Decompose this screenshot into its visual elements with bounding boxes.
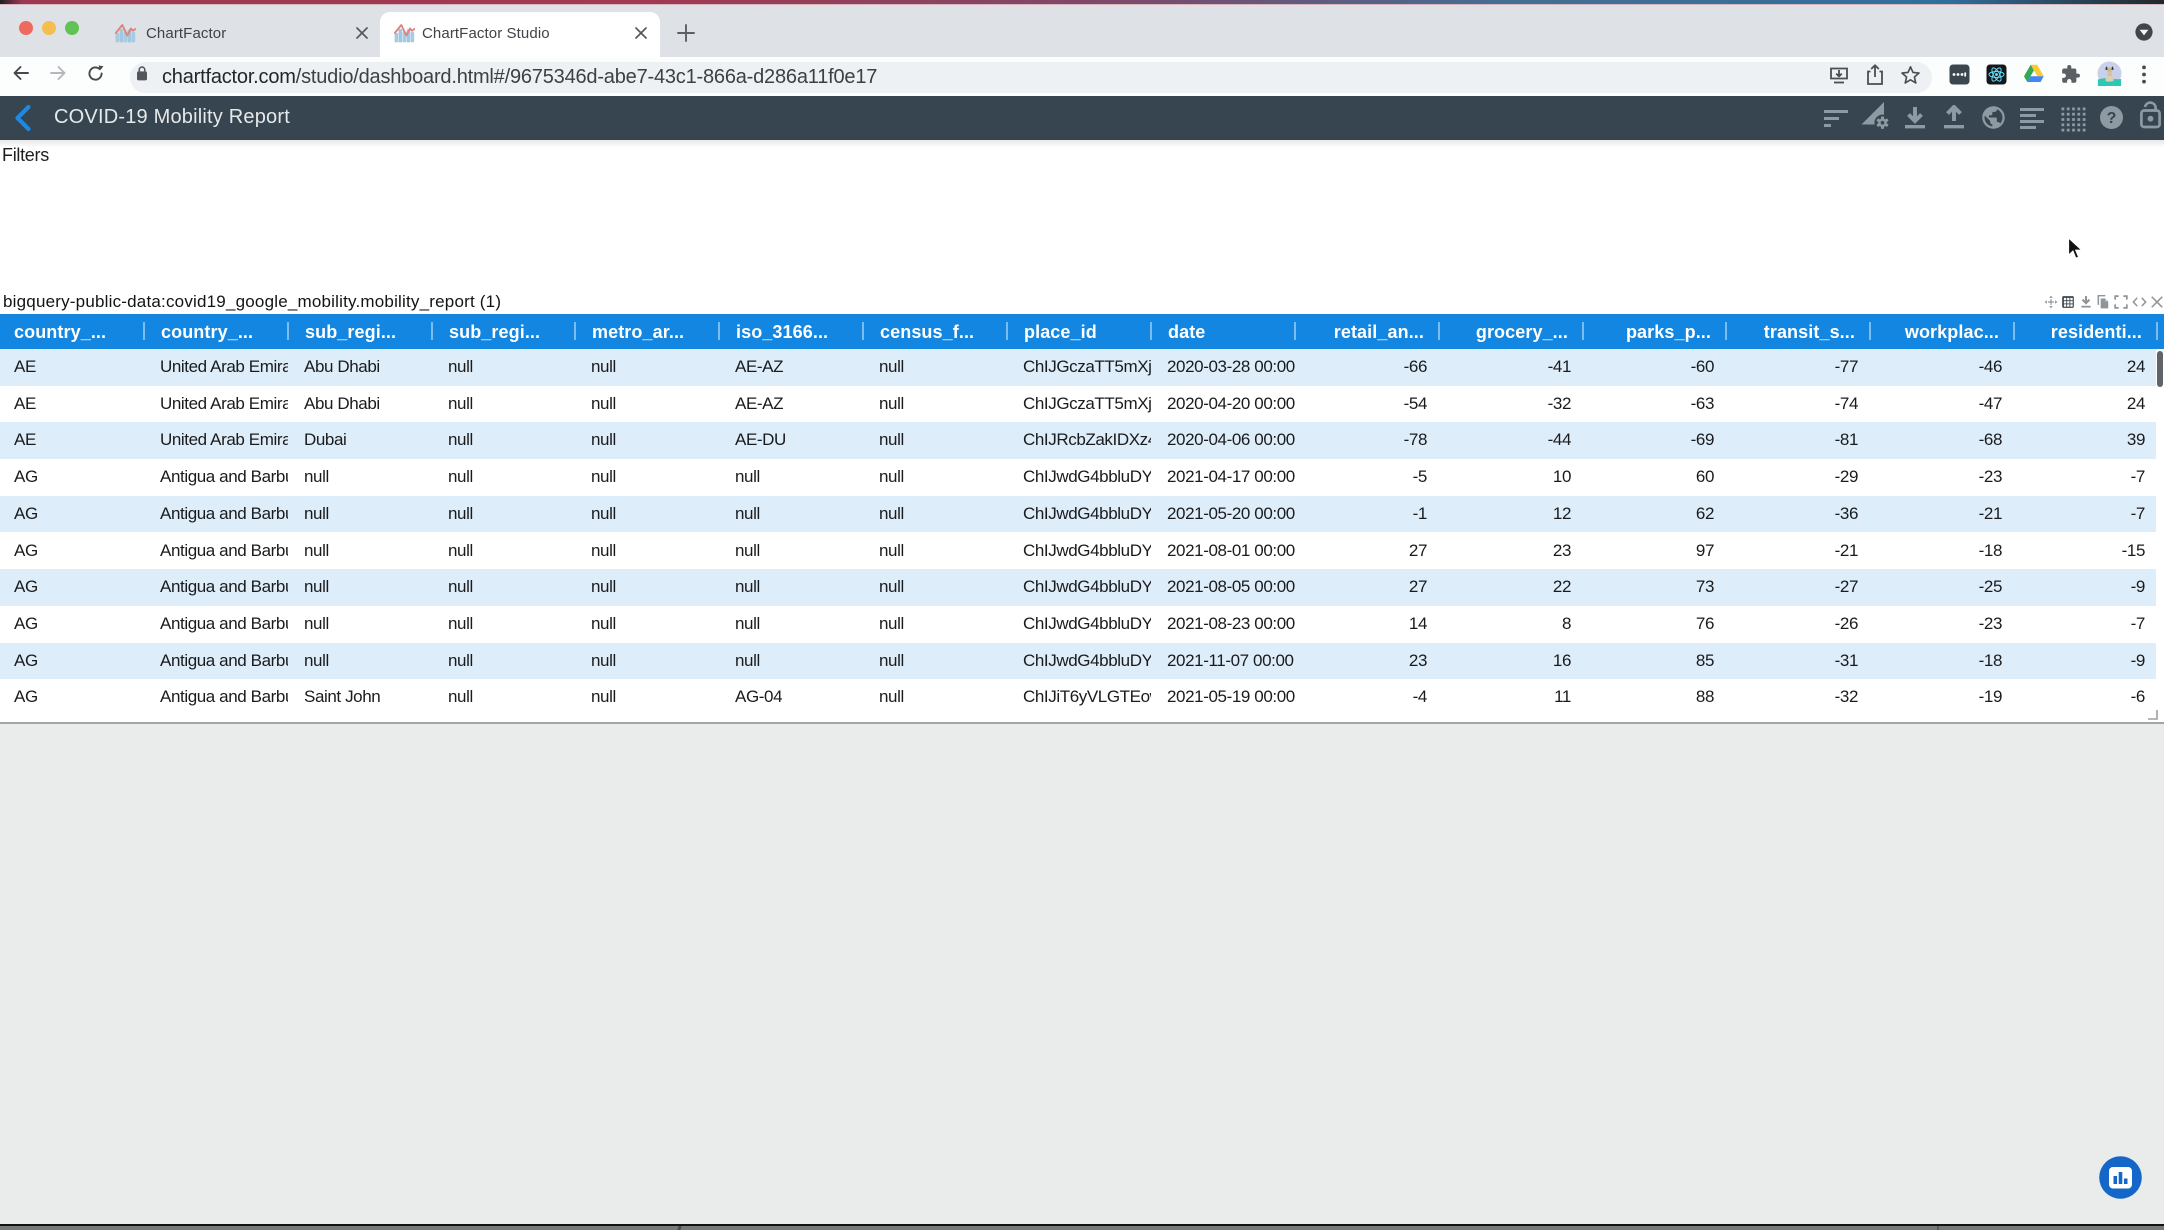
svg-text:?: ?: [2107, 110, 2117, 127]
